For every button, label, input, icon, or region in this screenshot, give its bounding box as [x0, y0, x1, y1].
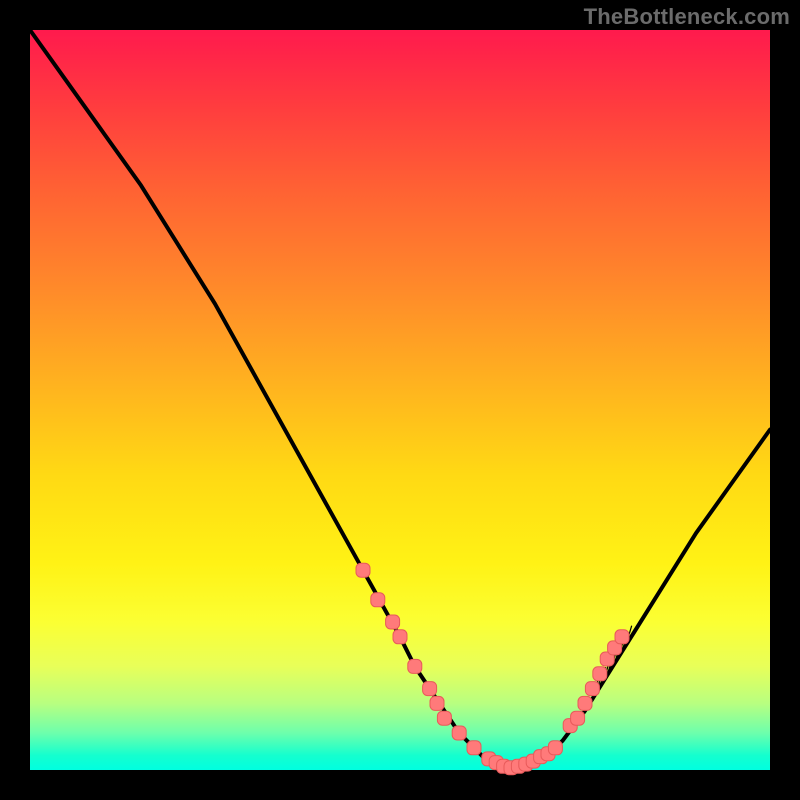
chart-svg [0, 0, 800, 800]
highlighted-point [615, 630, 629, 644]
highlighted-point [386, 615, 400, 629]
highlighted-point [393, 630, 407, 644]
highlighted-point [593, 667, 607, 681]
highlighted-point [356, 563, 370, 577]
highlighted-point [452, 726, 466, 740]
highlighted-point [548, 741, 562, 755]
markers-group [356, 563, 629, 775]
highlighted-point [371, 593, 385, 607]
highlighted-point [437, 711, 451, 725]
highlighted-point [571, 711, 585, 725]
highlighted-point [467, 741, 481, 755]
bottleneck-curve [30, 30, 770, 770]
highlighted-point [423, 682, 437, 696]
highlighted-point [578, 696, 592, 710]
highlighted-point [430, 696, 444, 710]
highlighted-point [585, 682, 599, 696]
highlighted-point [408, 659, 422, 673]
outer-frame: TheBottleneck.com [0, 0, 800, 800]
curve-group [30, 30, 770, 770]
